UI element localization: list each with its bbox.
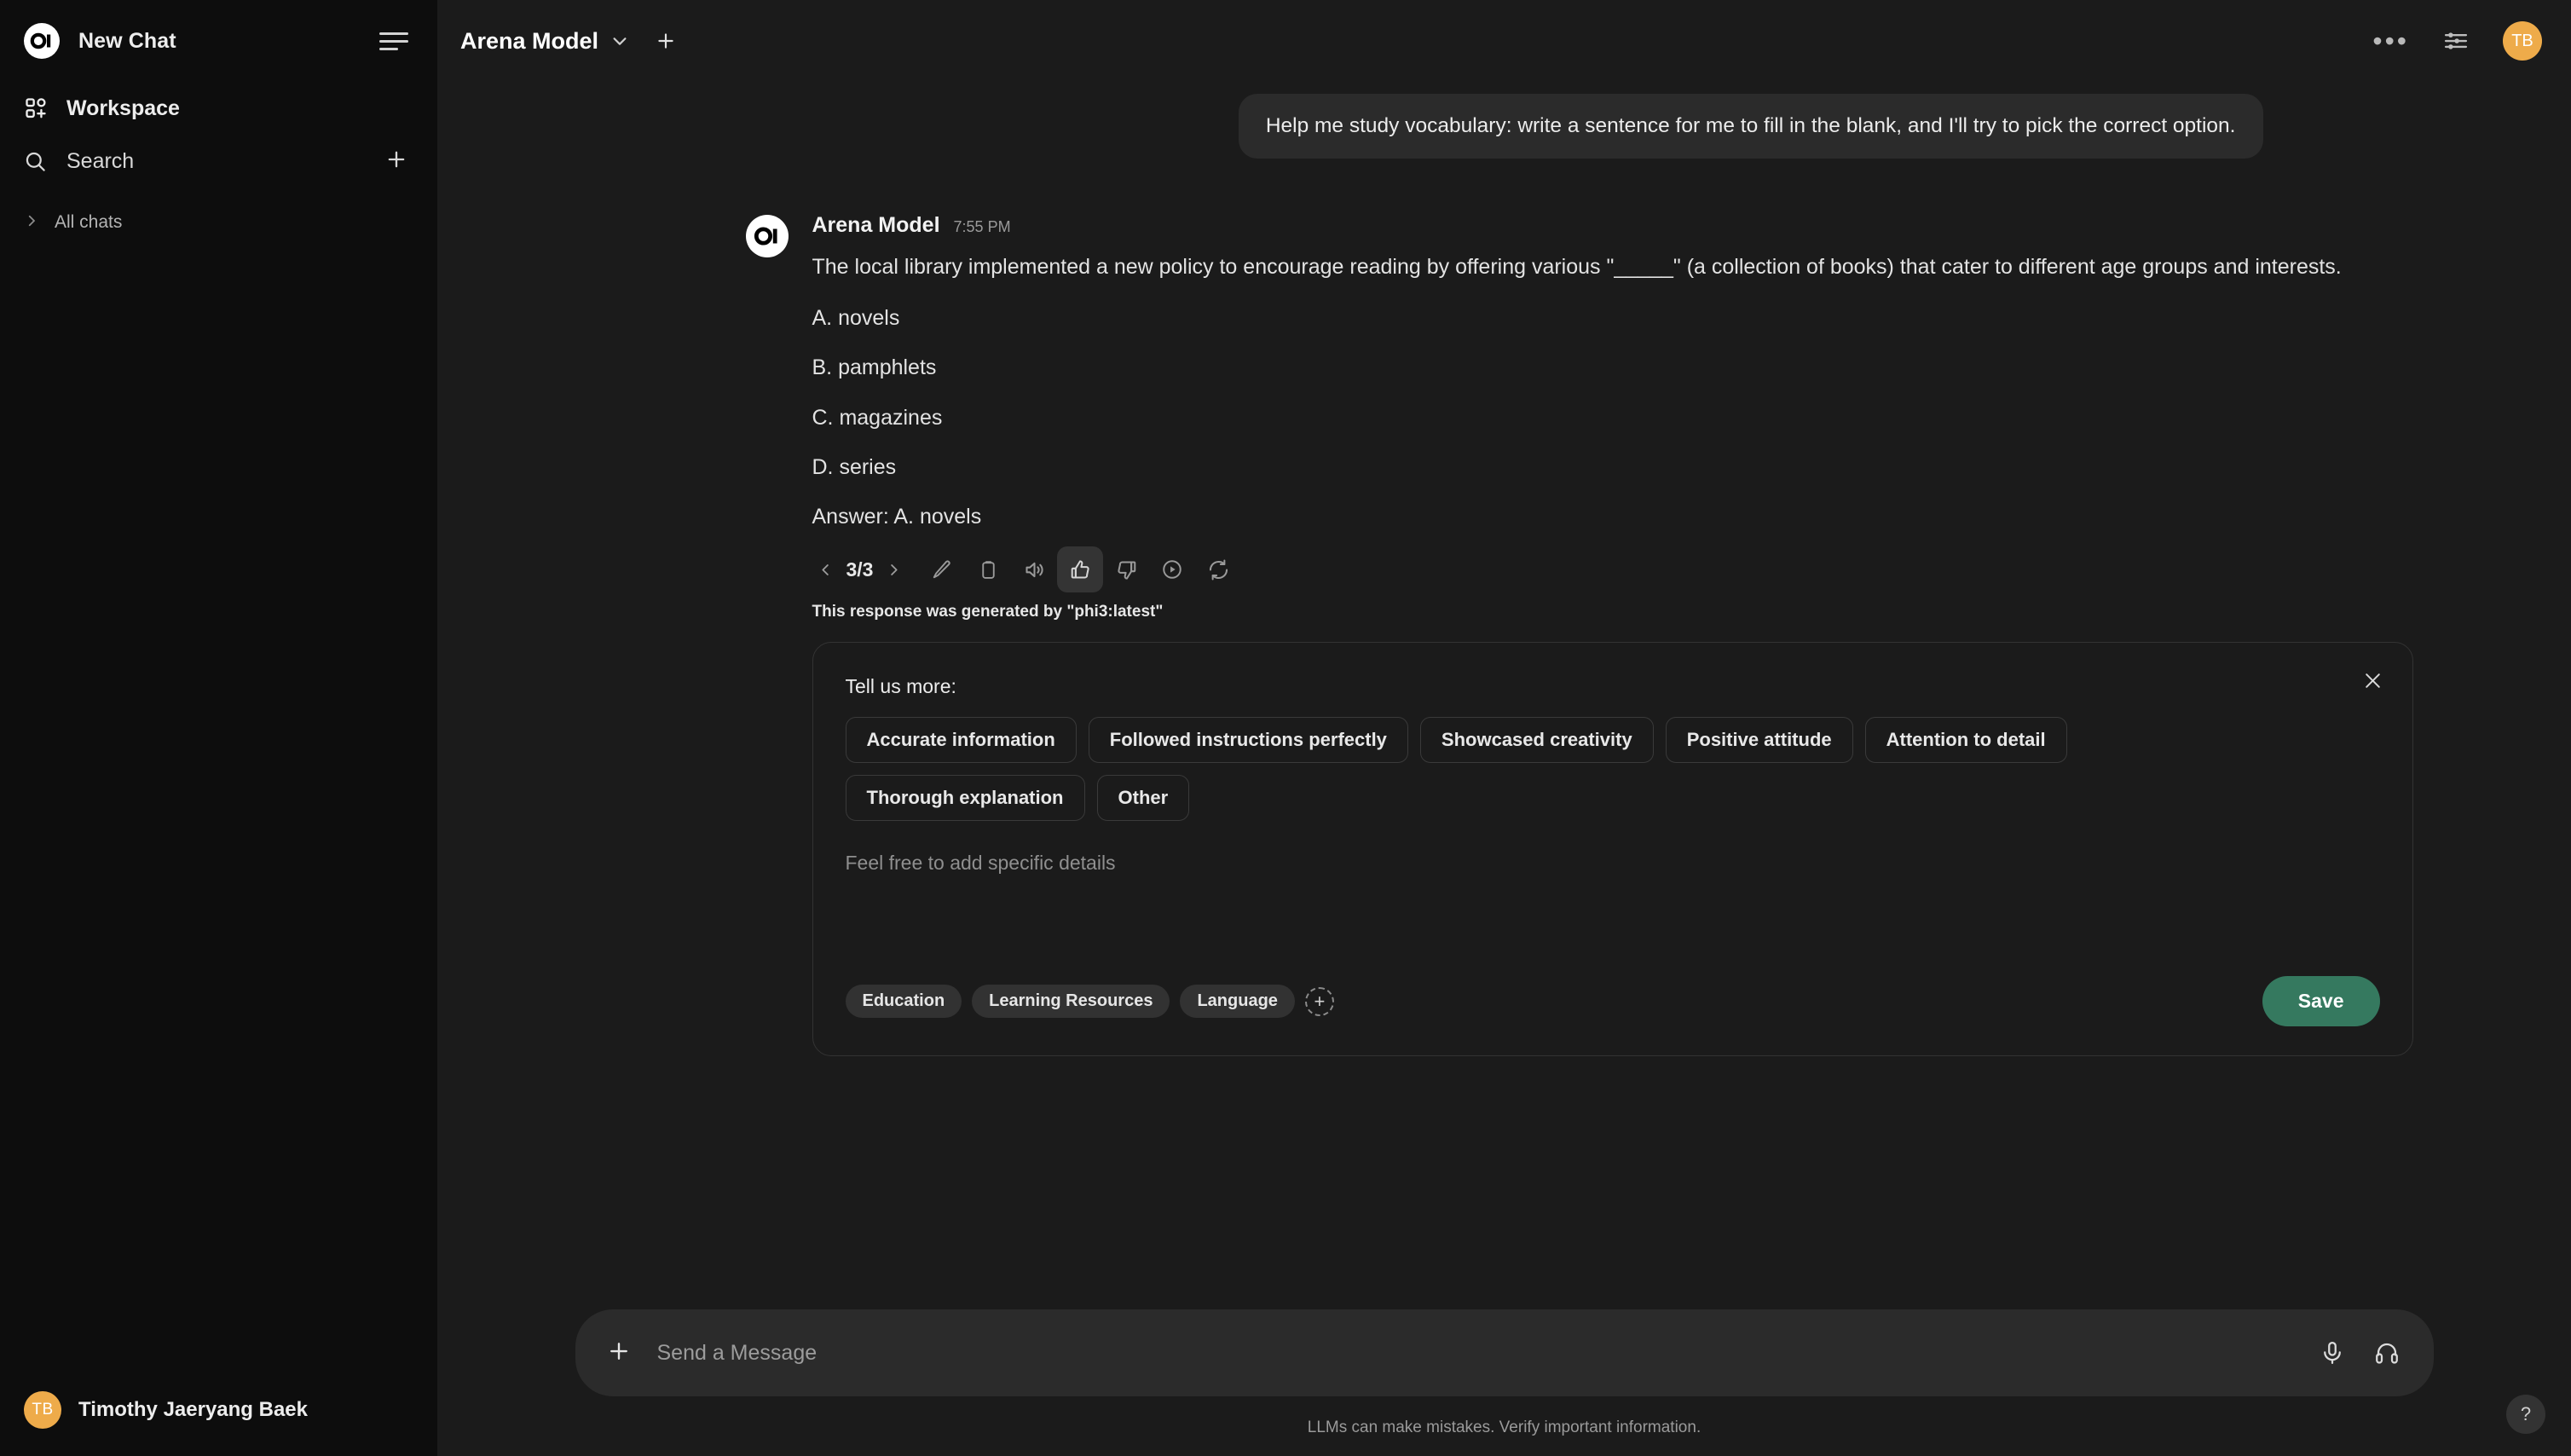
search-icon (24, 150, 55, 173)
message-input[interactable]: Send a Message (657, 1341, 2320, 1366)
close-icon[interactable] (2362, 670, 2383, 696)
chevron-right-icon[interactable] (878, 551, 909, 588)
sidebar-header: New Chat (0, 0, 437, 82)
sidebar: New Chat Workspace Search (0, 0, 437, 1456)
thumbs-down-icon[interactable] (1103, 546, 1149, 592)
user-message-row: Help me study vocabulary: write a senten… (746, 94, 2263, 159)
sidebar-item-all-chats[interactable]: All chats (0, 199, 437, 246)
question-mark-icon[interactable]: ? (2506, 1395, 2545, 1434)
plus-icon[interactable] (384, 147, 408, 176)
page-counter: 3/3 (841, 558, 879, 581)
sidebar-user-profile[interactable]: TB Timothy Jaeryang Baek (0, 1364, 437, 1456)
headphones-icon[interactable] (2374, 1340, 2400, 1366)
sidebar-item-label: All chats (55, 212, 122, 233)
assistant-message-row: Arena Model 7:55 PM The local library im… (746, 213, 2263, 1057)
user-message: Help me study vocabulary: write a senten… (1239, 94, 2263, 159)
avatar: TB (24, 1391, 61, 1429)
top-bar: Arena Model ••• TB (437, 0, 2571, 82)
main-area: Arena Model ••• TB (437, 0, 2571, 1456)
new-chat-title[interactable]: New Chat (78, 29, 379, 54)
feedback-reason-pill[interactable]: Attention to detail (1865, 717, 2067, 763)
speaker-icon[interactable] (1011, 546, 1057, 592)
list-item: C. magazines (812, 406, 2413, 430)
assistant-message-body: Arena Model 7:55 PM The local library im… (812, 213, 2413, 1057)
app-root: New Chat Workspace Search (0, 0, 2571, 1456)
sliders-icon[interactable] (2443, 28, 2469, 54)
answer-line: Answer: A. novels (812, 505, 2413, 529)
hamburger-icon[interactable] (379, 30, 408, 52)
openwebui-logo-icon (746, 215, 789, 257)
user-name: Timothy Jaeryang Baek (78, 1398, 308, 1422)
feedback-details-input[interactable]: Feel free to add specific details (846, 852, 2380, 954)
feedback-reason-pill[interactable]: Other (1097, 775, 1190, 821)
edit-icon[interactable] (919, 546, 965, 592)
page-title: Arena Model (460, 28, 598, 55)
copy-icon[interactable] (965, 546, 1011, 592)
tag-chip[interactable]: Language (1180, 985, 1294, 1018)
save-button[interactable]: Save (2262, 976, 2380, 1026)
assistant-name: Arena Model (812, 213, 940, 238)
tag-chip[interactable]: Education (846, 985, 962, 1018)
sidebar-item-search[interactable]: Search (0, 135, 437, 188)
assistant-paragraph: The local library implemented a new poli… (812, 250, 2398, 285)
message-composer[interactable]: Send a Message (575, 1309, 2434, 1396)
list-item: A. novels (812, 306, 2413, 331)
regenerate-icon[interactable] (1195, 546, 1241, 592)
microphone-icon[interactable] (2320, 1340, 2345, 1366)
feedback-footer: Education Learning Resources Language + … (846, 976, 2380, 1026)
feedback-reason-pill[interactable]: Followed instructions perfectly (1089, 717, 1408, 763)
list-item: D. series (812, 455, 2413, 480)
chevron-right-icon (24, 213, 44, 233)
chat-scroll-region[interactable]: Help me study vocabulary: write a senten… (437, 82, 2571, 1309)
ellipsis-icon[interactable]: ••• (2372, 27, 2409, 55)
feedback-tags: Education Learning Resources Language + (846, 985, 1334, 1018)
feedback-reason-pill[interactable]: Positive attitude (1666, 717, 1853, 763)
feedback-reason-pills: Accurate information Followed instructio… (846, 717, 2295, 821)
feedback-title: Tell us more: (846, 675, 2380, 698)
thumbs-up-icon[interactable] (1057, 546, 1103, 592)
chevron-down-icon[interactable] (610, 32, 629, 50)
avatar[interactable]: TB (2503, 21, 2542, 61)
assistant-header: Arena Model 7:55 PM (812, 213, 2413, 238)
plus-icon[interactable] (606, 1336, 632, 1370)
feedback-panel: Tell us more: Accurate information Follo… (812, 642, 2413, 1056)
add-tag-plus-icon[interactable]: + (1305, 987, 1334, 1016)
composer-region: Send a Message (437, 1309, 2571, 1456)
composer-actions (2320, 1340, 2400, 1366)
sidebar-item-label: Search (66, 149, 134, 174)
answer-options-list: A. novels B. pamphlets C. magazines D. s… (812, 306, 2413, 480)
openwebui-logo-icon (24, 23, 60, 59)
message-action-toolbar: 3/3 (811, 546, 2413, 592)
chevron-left-icon[interactable] (811, 551, 841, 588)
chat-content: Help me study vocabulary: write a senten… (746, 82, 2263, 1056)
workspace-grid-icon (24, 96, 55, 120)
message-timestamp: 7:55 PM (954, 218, 1011, 236)
plus-icon[interactable] (655, 30, 677, 52)
tag-chip[interactable]: Learning Resources (972, 985, 1170, 1018)
sidebar-item-workspace[interactable]: Workspace (0, 82, 437, 135)
feedback-reason-pill[interactable]: Showcased creativity (1420, 717, 1654, 763)
generated-by-note: This response was generated by "phi3:lat… (812, 603, 2413, 621)
response-pager: 3/3 (811, 551, 910, 588)
top-bar-actions: ••• TB (2372, 21, 2542, 61)
play-circle-icon[interactable] (1149, 546, 1195, 592)
disclaimer-text: LLMs can make mistakes. Verify important… (437, 1418, 2571, 1456)
sidebar-item-label: Workspace (66, 96, 180, 121)
feedback-reason-pill[interactable]: Accurate information (846, 717, 1077, 763)
feedback-reason-pill[interactable]: Thorough explanation (846, 775, 1085, 821)
list-item: B. pamphlets (812, 355, 2413, 380)
